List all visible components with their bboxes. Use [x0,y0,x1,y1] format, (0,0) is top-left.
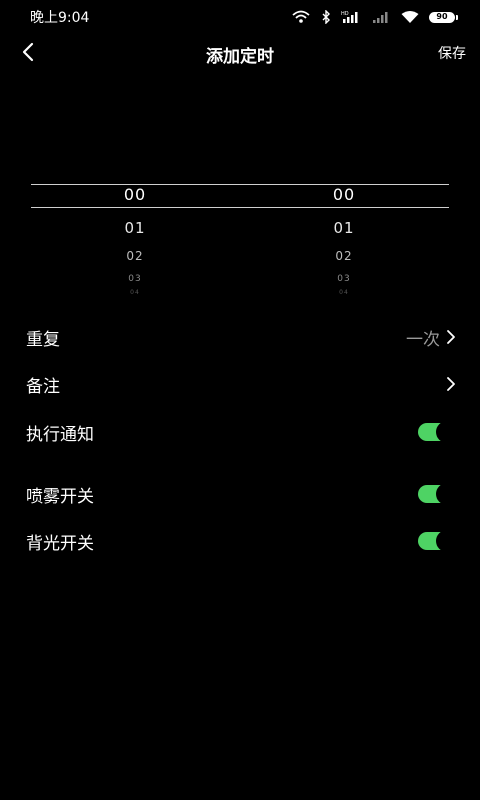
status-bar: 晚上9:04 HD 90 [0,0,480,34]
notify-row: 执行通知 [0,410,480,454]
page-title: 添加定时 [206,47,274,67]
repeat-value: 一次 [406,329,440,350]
hour-option[interactable]: 02 [75,249,195,263]
note-label: 备注 [26,376,60,397]
status-icons: HD 90 [291,10,458,24]
hour-picker-wheel[interactable]: 00 01 02 03 04 [75,170,195,310]
notify-toggle[interactable] [418,421,458,443]
status-time: 晚上9:04 [30,10,90,26]
minute-option[interactable]: 04 [284,289,404,294]
minute-option-selected[interactable]: 00 [284,185,404,204]
minute-option[interactable]: 01 [284,219,404,237]
signal-weak-icon [371,10,391,24]
chevron-right-icon [446,329,456,345]
spray-row: 喷雾开关 [0,472,480,516]
backlight-label: 背光开关 [26,533,94,554]
hour-option[interactable]: 03 [75,274,195,284]
spray-toggle[interactable] [418,483,458,505]
nav-bar: 添加定时 保存 [0,34,480,74]
repeat-row[interactable]: 重复 一次 [0,315,480,359]
backlight-row: 背光开关 [0,519,480,563]
notify-label: 执行通知 [26,424,94,445]
backlight-toggle[interactable] [418,530,458,552]
bluetooth-icon [321,10,331,24]
battery-level: 90 [429,11,455,23]
save-button[interactable]: 保存 [438,43,466,63]
note-row[interactable]: 备注 [0,362,480,406]
chevron-right-icon [446,376,456,392]
toggle-knob [436,483,458,505]
minute-option[interactable]: 02 [284,249,404,263]
toggle-knob [436,421,458,443]
signal-hd-icon: HD [341,10,361,24]
minute-picker-wheel[interactable]: 00 01 02 03 04 [284,170,404,310]
toggle-knob [436,530,458,552]
battery-icon: 90 [429,11,458,23]
spray-label: 喷雾开关 [26,486,94,507]
hour-option[interactable]: 04 [75,289,195,294]
wifi-hotspot-icon [291,10,311,24]
svg-text:HD: HD [341,11,349,17]
hour-option[interactable]: 01 [75,219,195,237]
minute-option[interactable]: 03 [284,274,404,284]
time-picker: 00 01 02 03 04 00 01 02 03 04 [0,170,480,310]
hour-option-selected[interactable]: 00 [75,185,195,204]
repeat-label: 重复 [26,329,60,350]
wifi-icon [401,10,419,24]
repeat-value-group: 一次 [406,325,456,350]
